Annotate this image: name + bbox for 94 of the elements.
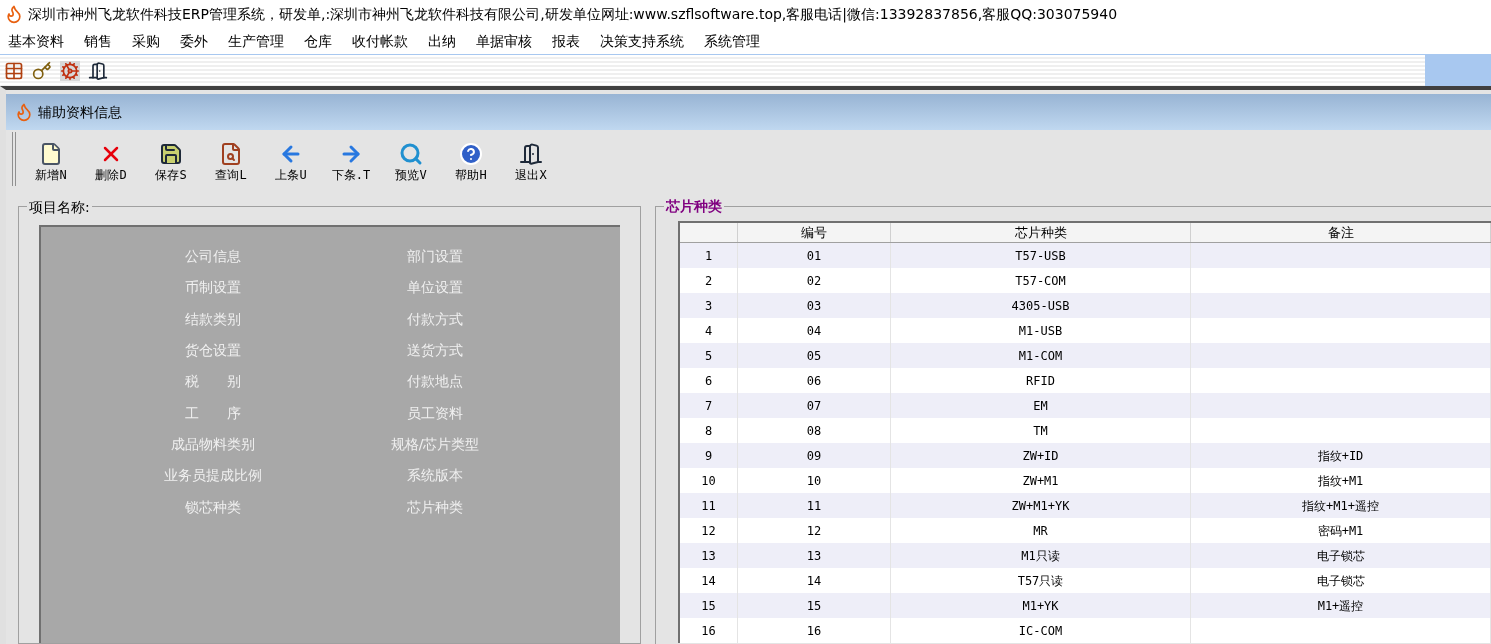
table-cell-text: 16 <box>806 622 822 640</box>
menu-item[interactable]: 决策支持系统 <box>600 30 684 52</box>
table-cell-text: 2 <box>704 272 713 290</box>
table-cell-text: 4305-USB <box>1011 297 1070 315</box>
table-cell-text: 12 <box>806 522 822 540</box>
toolbar-button[interactable]: 上条U <box>268 142 314 184</box>
table-cell-text: 1 <box>704 247 713 265</box>
menu-item[interactable]: 单据审核 <box>476 30 532 52</box>
blank-page-icon <box>39 142 63 166</box>
toolbar-button[interactable]: 下条.T <box>328 142 374 184</box>
table-cell-text: 16 <box>701 622 716 640</box>
table-cell-text: T57-USB <box>1015 247 1066 265</box>
menu-item[interactable]: 销售 <box>84 30 112 52</box>
menu-item[interactable]: 系统管理 <box>704 30 760 52</box>
menu-item[interactable]: 基本资料 <box>8 30 64 52</box>
window-logo-icon <box>14 102 34 122</box>
window-title: 深圳市神州飞龙软件科技ERP管理系统，研发单,:深圳市神州飞龙软件科技有限公司,研发单位网址:www.szflsoftware.top,客服电话|微信:13392837856,客服QQ:303075940 <box>28 4 1118 25</box>
table-cell-text: RFID <box>1026 372 1055 390</box>
table-cell-text: MR <box>1033 522 1048 540</box>
table-cell-text: T57只读 <box>1017 572 1064 590</box>
help-icon <box>459 142 483 166</box>
door-icon <box>519 142 543 166</box>
table-cell-text: 6 <box>704 372 713 390</box>
table-cell-text: 15 <box>806 597 822 615</box>
door-icon[interactable] <box>88 60 108 81</box>
table-cell-text: 09 <box>806 447 822 465</box>
table-cell-text: 指纹+ID <box>1317 447 1364 465</box>
table-cell-text: EM <box>1033 397 1048 415</box>
table-cell-text: 01 <box>806 247 822 265</box>
table-cell-text: 12 <box>701 522 716 540</box>
table-cell-text: M1+YK <box>1022 597 1059 615</box>
table-cell-text: M1-USB <box>1018 322 1063 340</box>
toolbar-button[interactable]: 保存S <box>148 142 194 184</box>
table-cell-text: M1只读 <box>1021 547 1060 565</box>
app-logo-icon <box>4 4 24 24</box>
table-cell-text: 03 <box>806 297 822 315</box>
table-cell-text: 8 <box>704 422 713 440</box>
table-cell-text: 电子锁芯 <box>1316 572 1365 590</box>
child-window-title: 辅助资料信息 <box>38 102 122 122</box>
key-icon[interactable] <box>32 60 52 81</box>
table-cell-text: 指纹+M1+遥控 <box>1302 497 1379 515</box>
table-cell-text: ZW+M1+YK <box>1011 497 1070 515</box>
menu-item[interactable]: 仓库 <box>304 30 332 52</box>
table-cell-text: 08 <box>806 422 822 440</box>
table-cell-text: ZW+ID <box>1022 447 1059 465</box>
table-icon[interactable] <box>4 60 24 81</box>
toolbar-button[interactable]: 新增N <box>28 142 74 184</box>
table-cell-text: TM <box>1033 422 1048 440</box>
table-cell-text: 13 <box>806 547 822 565</box>
groupbox-title: 芯片种类 <box>664 196 724 217</box>
table-cell-text: 7 <box>704 397 713 415</box>
table-cell-text: ZW+M1 <box>1022 472 1059 490</box>
table-cell-text: 11 <box>701 497 716 515</box>
search-icon <box>399 142 423 166</box>
table-cell-text: 10 <box>806 472 822 490</box>
table-cell-text: 4 <box>704 322 713 340</box>
column-header[interactable]: 芯片种类 <box>1014 223 1067 242</box>
table-cell-text: 10 <box>701 472 716 490</box>
table-cell-text: 14 <box>701 572 716 590</box>
menu-item[interactable]: 收付帐款 <box>352 30 408 52</box>
table-cell-text: 9 <box>704 447 713 465</box>
menu-item[interactable]: 采购 <box>132 30 160 52</box>
toolbar-button[interactable]: 帮助H <box>448 142 494 184</box>
table-cell-text: M1-COM <box>1018 347 1063 365</box>
table-cell-text: IC-COM <box>1018 622 1063 640</box>
column-header[interactable]: 备注 <box>1327 223 1354 242</box>
save-icon <box>159 142 183 166</box>
page-magnifier-icon <box>219 142 243 166</box>
menu-item[interactable]: 生产管理 <box>228 30 284 52</box>
table-cell-text: 06 <box>806 372 822 390</box>
table-cell-text: 04 <box>806 322 822 340</box>
toolbar-button[interactable]: 删除D <box>88 142 134 184</box>
menu-item[interactable]: 委外 <box>180 30 208 52</box>
table-cell-text: 5 <box>704 347 713 365</box>
table-cell-text: 3 <box>704 297 713 315</box>
toolbar-button[interactable]: 预览V <box>388 142 434 184</box>
menu-item[interactable]: 出纳 <box>428 30 456 52</box>
toolbar-button[interactable]: 查询L <box>208 142 254 184</box>
table-cell-text: T57-COM <box>1015 272 1066 290</box>
table-cell-text: 14 <box>806 572 822 590</box>
table-cell-text: 02 <box>806 272 822 290</box>
gear-icon[interactable] <box>60 60 80 81</box>
table-cell-text: 11 <box>806 497 822 515</box>
toolbar-button[interactable]: 退出X <box>508 142 554 184</box>
table-cell-text: 05 <box>806 347 822 365</box>
table-cell-text: 07 <box>806 397 822 415</box>
menu-item[interactable]: 报表 <box>552 30 580 52</box>
table-cell-text: M1+遥控 <box>1317 597 1364 615</box>
table-cell-text: 15 <box>701 597 716 615</box>
table-cell-text: 电子锁芯 <box>1316 547 1365 565</box>
table-cell-text: 密码+M1 <box>1317 522 1364 540</box>
table-cell-text: 13 <box>701 547 716 565</box>
table-cell-text: 指纹+M1 <box>1317 472 1364 490</box>
column-header[interactable]: 编号 <box>801 223 827 242</box>
